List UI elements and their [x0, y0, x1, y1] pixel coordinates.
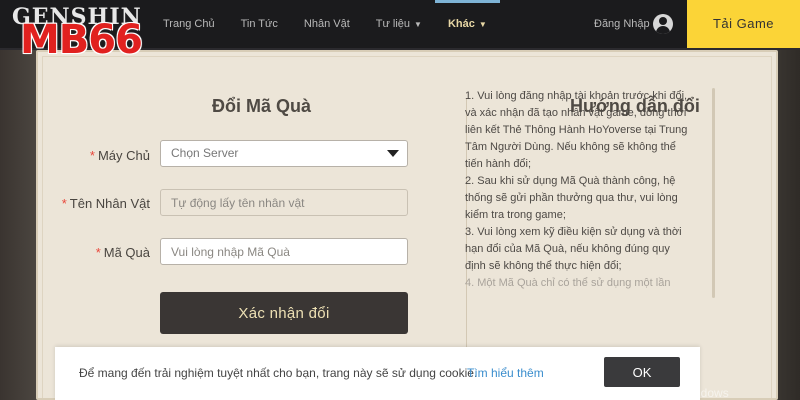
- guide-scrollbar[interactable]: [712, 88, 715, 298]
- nav-item-label: Tin Tức: [240, 18, 278, 30]
- nav-item-characters[interactable]: Nhân Vật: [291, 0, 363, 48]
- guide-line: tiến hành đổi;: [465, 158, 532, 170]
- user-avatar-icon[interactable]: [653, 14, 673, 34]
- required-marker: *: [89, 148, 95, 163]
- gift-code-label: * Mã Quà: [20, 245, 150, 260]
- activate-windows-watermark: Activate Windows: [634, 386, 729, 400]
- login-link[interactable]: Đăng Nhập: [594, 0, 650, 48]
- cookie-message: Để mang đến trải nghiệm tuyệt nhất cho b…: [79, 366, 478, 380]
- guide-line: thống sẽ gửi phần thưởng qua thư, vui lò…: [465, 192, 678, 204]
- guide-line: kiểm tra trong game;: [465, 209, 566, 221]
- character-name-label: * Tên Nhân Vật: [20, 196, 150, 211]
- confirm-redeem-button[interactable]: Xác nhận đổi: [160, 292, 408, 334]
- main-nav: Trang Chủ Tin Tức Nhân Vật Tư liệu ▼ Khác…: [150, 0, 500, 48]
- nav-item-news[interactable]: Tin Tức: [228, 0, 291, 48]
- guide-line: 3. Vui lòng xem kỹ điều kiện sử dụng và …: [465, 226, 682, 238]
- server-select-value: Chọn Server: [171, 146, 239, 160]
- redeem-title: Đổi Mã Quà: [212, 96, 312, 116]
- nav-item-label: Trang Chủ: [163, 18, 215, 30]
- guide-line: 2. Sau khi sử dụng Mã Quà thành công, hệ: [465, 175, 676, 187]
- required-marker: *: [95, 245, 101, 260]
- server-select[interactable]: Chọn Server: [160, 140, 408, 167]
- watermark-logo: MB66: [20, 17, 143, 63]
- server-label-text: Máy Chủ: [97, 148, 150, 163]
- required-marker: *: [61, 196, 67, 211]
- caret-down-icon: ▼: [414, 20, 422, 29]
- character-name-label-text: Tên Nhân Vật: [69, 196, 150, 211]
- learn-more-link[interactable]: Tìm hiểu thêm: [467, 366, 544, 380]
- cookie-ok-button[interactable]: OK: [604, 357, 680, 387]
- guide-line: 1. Vui lòng đăng nhập tài khoản trước kh…: [465, 90, 688, 102]
- nav-item-resources[interactable]: Tư liệu ▼: [363, 0, 435, 48]
- nav-item-label: Khác: [447, 18, 475, 30]
- nav-item-label: Nhân Vật: [303, 18, 350, 30]
- character-name-field: [160, 189, 408, 216]
- gift-code-label-text: Mã Quà: [103, 245, 150, 260]
- nav-item-home[interactable]: Trang Chủ: [150, 0, 228, 48]
- guide-line: và xác nhận đã tạo nhân vật game, đồng t…: [465, 107, 687, 119]
- guide-line: 4. Một Mã Quà chỉ có thể sử dụng một lần: [465, 277, 671, 289]
- download-game-button[interactable]: Tải Game: [687, 0, 800, 48]
- guide-line: liên kết Thẻ Thông Hành HoYoverse tại Tr…: [465, 124, 688, 136]
- server-label: * Máy Chủ: [20, 148, 150, 163]
- guide-line: Tâm Người Dùng. Nếu không sẽ không thể: [465, 141, 676, 153]
- dropdown-arrow-icon: [387, 150, 399, 157]
- guide-line: định sẽ không thể thực hiện đổi;: [465, 260, 622, 272]
- guide-line: hạn đổi của Mã Quà, nếu không đúng quy: [465, 243, 670, 255]
- guide-text: 1. Vui lòng đăng nhập tài khoản trước kh…: [465, 88, 705, 310]
- nav-item-label: Tư liệu: [375, 18, 411, 30]
- cookie-banner: Để mang đến trải nghiệm tuyệt nhất cho b…: [55, 347, 700, 400]
- nav-item-other[interactable]: Khác ▼: [434, 0, 500, 48]
- gift-code-input[interactable]: [160, 238, 408, 265]
- caret-down-icon: ▼: [478, 20, 487, 29]
